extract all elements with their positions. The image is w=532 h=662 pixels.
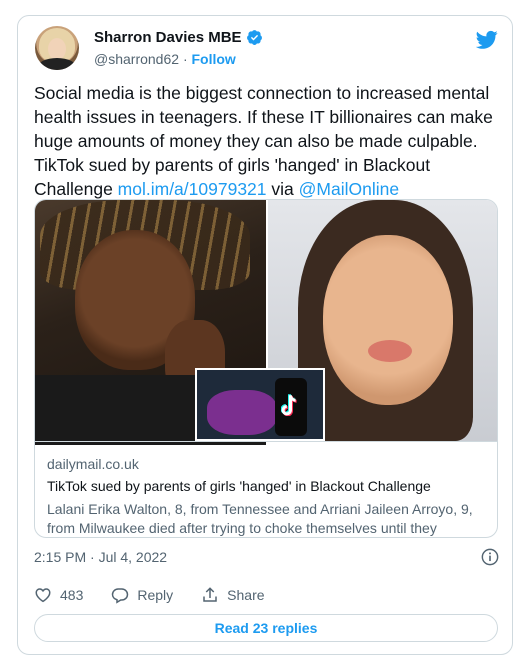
info-icon[interactable] bbox=[481, 548, 499, 566]
handle-separator: · bbox=[182, 51, 188, 67]
avatar[interactable] bbox=[35, 26, 79, 70]
card-photo-inset bbox=[195, 368, 325, 441]
reply-button[interactable]: Reply bbox=[111, 586, 173, 604]
follow-button[interactable]: Follow bbox=[192, 51, 236, 67]
twitter-bird-icon[interactable] bbox=[476, 30, 498, 50]
timestamp[interactable]: 2:15 PM · Jul 4, 2022 bbox=[34, 549, 167, 565]
author-display-name[interactable]: Sharron Davies MBE bbox=[94, 29, 242, 46]
tweet-text: Social media is the biggest connection t… bbox=[34, 81, 504, 201]
read-replies-button[interactable]: Read 23 replies bbox=[34, 614, 498, 642]
author-handle[interactable]: @sharrond62 bbox=[94, 51, 179, 67]
share-button[interactable]: Share bbox=[201, 586, 265, 604]
like-count: 483 bbox=[60, 587, 84, 603]
reply-label: Reply bbox=[137, 587, 174, 603]
verified-icon bbox=[246, 30, 262, 45]
tweet-embed: Sharron Davies MBE @sharrond62 · Follow … bbox=[17, 15, 513, 655]
author-handle-row: @sharrond62 · Follow bbox=[94, 51, 236, 67]
author-name-row: Sharron Davies MBE bbox=[94, 29, 263, 46]
mention-link[interactable]: @MailOnline bbox=[299, 179, 399, 199]
reply-icon bbox=[112, 588, 129, 604]
tiktok-icon bbox=[281, 394, 297, 416]
heart-icon bbox=[35, 588, 51, 603]
action-bar: 483 Reply Share bbox=[34, 586, 293, 604]
card-title: TikTok sued by parents of girls 'hanged'… bbox=[47, 478, 431, 494]
like-button[interactable]: 483 bbox=[34, 586, 83, 604]
card-meta: dailymail.co.uk TikTok sued by parents o… bbox=[35, 441, 497, 537]
article-link[interactable]: mol.im/a/10979321 bbox=[118, 179, 267, 199]
share-label: Share bbox=[227, 587, 265, 603]
card-domain: dailymail.co.uk bbox=[47, 456, 139, 472]
link-card[interactable]: dailymail.co.uk TikTok sued by parents o… bbox=[34, 199, 498, 538]
share-icon bbox=[203, 587, 217, 602]
via-text: via bbox=[266, 179, 299, 199]
card-description: Lalani Erika Walton, 8, from Tennessee a… bbox=[47, 501, 473, 536]
